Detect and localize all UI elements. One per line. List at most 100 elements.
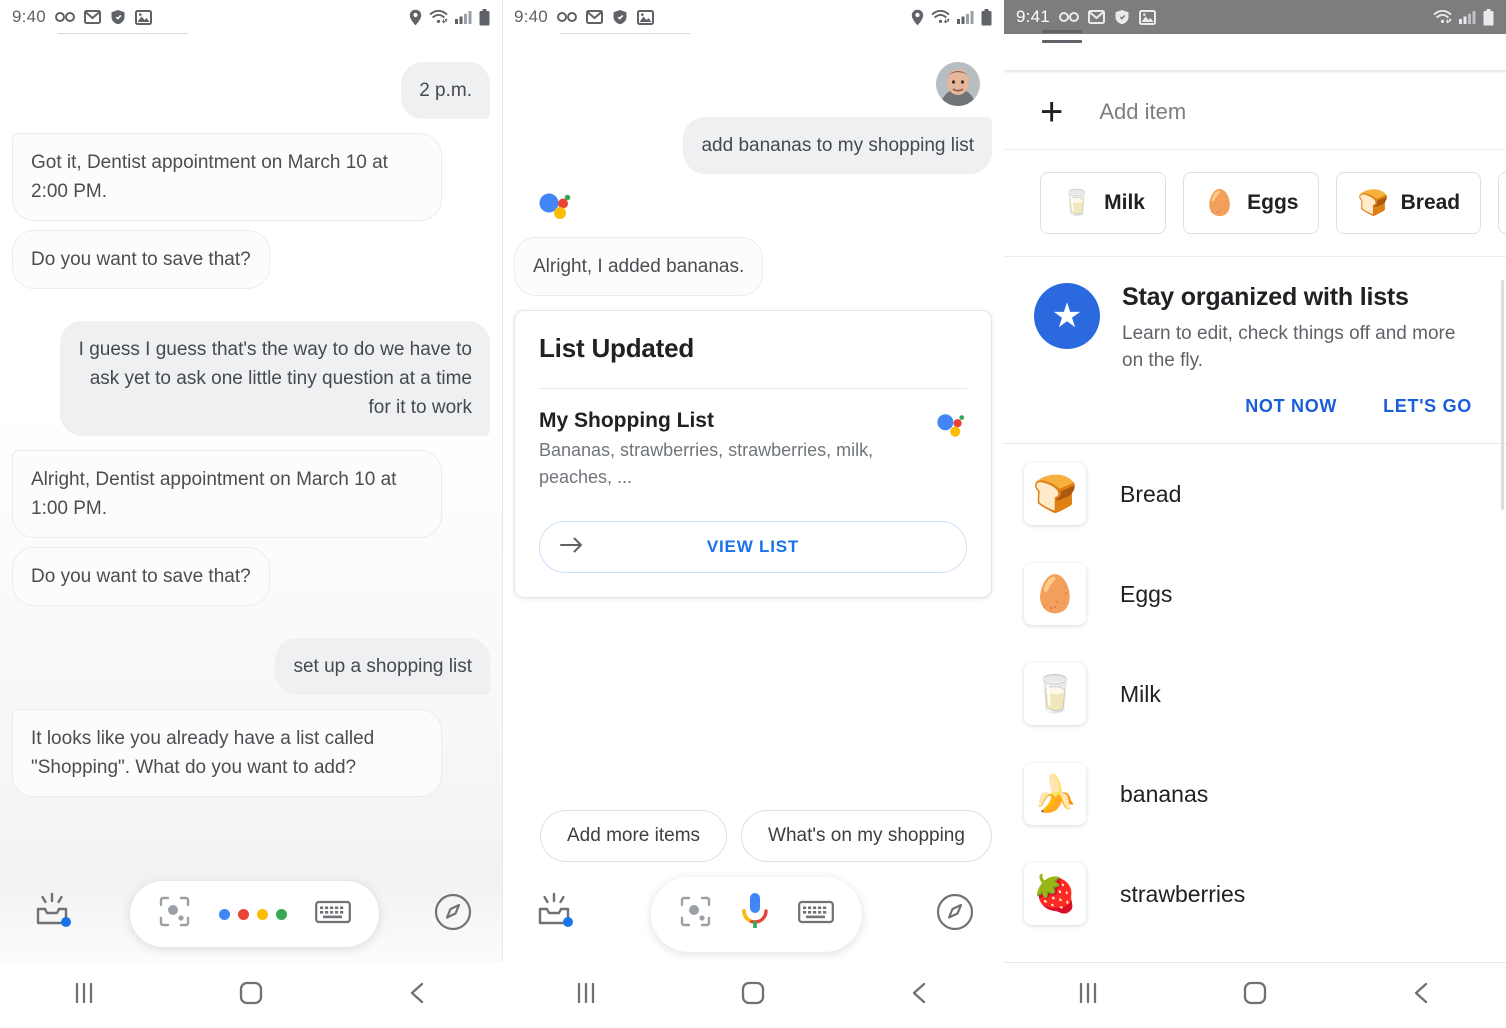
- suggested-item-label: Milk: [1104, 191, 1145, 214]
- status-bar-underline: [560, 33, 690, 34]
- panel-assistant-conversation: 9:40 2 p.m. Got it, Dentist appointment …: [0, 0, 502, 1028]
- status-bar-left: 9:41: [1016, 7, 1156, 27]
- bread-icon: 🍞: [1024, 463, 1086, 525]
- add-item-input[interactable]: Add item: [1099, 99, 1186, 125]
- assistant-message-bubble[interactable]: Do you want to save that?: [12, 547, 270, 606]
- message-row: I guess I guess that's the way to do we …: [12, 321, 490, 436]
- conversation-thread: add bananas to my shopping list Alright,…: [502, 111, 1004, 296]
- keyboard-icon[interactable]: [314, 899, 351, 930]
- assistant-message-bubble[interactable]: Alright, I added bananas.: [514, 237, 764, 296]
- assistant-input-pill: [650, 876, 862, 952]
- lets-go-button[interactable]: LET'S GO: [1383, 396, 1472, 417]
- play-protect-icon: [1114, 9, 1130, 25]
- message-row: It looks like you already have a list ca…: [12, 709, 490, 797]
- explore-compass-icon[interactable]: [434, 893, 472, 936]
- suggested-item-chip[interactable]: 🥚 Eggs: [1182, 172, 1320, 234]
- updates-inbox-icon[interactable]: [30, 891, 74, 938]
- view-list-button[interactable]: VIEW LIST: [539, 521, 967, 573]
- conversation-thread: 2 p.m. Got it, Dentist appointment on Ma…: [0, 34, 502, 797]
- google-lens-icon[interactable]: [158, 895, 191, 933]
- panel-google-keep-list: 9:41 + Add item 🥛 Milk 🥚 Eggs 🍞 Bread ★ …: [1004, 0, 1506, 1028]
- google-lens-icon[interactable]: [679, 895, 712, 933]
- suggested-items-row: 🥛 Milk 🥚 Eggs 🍞 Bread 🧈: [1004, 150, 1506, 257]
- list-item[interactable]: 🍞 Bread: [1004, 444, 1506, 544]
- location-icon: [409, 9, 422, 26]
- photos-icon: [134, 9, 152, 25]
- panel-list-updated-card: 9:40 add bananas to my shopping list Alr…: [502, 0, 1004, 1028]
- message-row: Do you want to save that?: [12, 547, 490, 606]
- card-content-row: My Shopping List Bananas, strawberries, …: [539, 409, 967, 491]
- strawberries-icon: 🍓: [1024, 863, 1086, 925]
- shopping-list: 🍞 Bread 🥚 Eggs 🥛 Milk 🍌 bananas 🍓 strawb…: [1004, 444, 1506, 944]
- list-item-label: strawberries: [1120, 880, 1246, 907]
- assistant-message-bubble[interactable]: Got it, Dentist appointment on March 10 …: [12, 133, 442, 221]
- card-title: List Updated: [539, 333, 695, 363]
- suggestion-chip[interactable]: What's on my shopping: [741, 810, 992, 862]
- message-row: Do you want to save that?: [12, 230, 490, 289]
- signal-icon: [957, 10, 974, 24]
- assistant-message-bubble[interactable]: Do you want to save that?: [12, 230, 270, 289]
- voicemail-icon: [556, 11, 577, 23]
- list-item-label: Eggs: [1120, 580, 1173, 607]
- suggested-item-chip[interactable]: 🍞 Bread: [1336, 172, 1482, 234]
- back-icon[interactable]: [405, 980, 431, 1011]
- battery-icon: [479, 8, 490, 26]
- suggested-item-chip[interactable]: 🥛 Milk: [1040, 172, 1166, 234]
- system-navigation-bar: [0, 962, 502, 1028]
- assistant-bottom-bar: [502, 866, 1004, 962]
- status-bar: 9:41: [1004, 0, 1506, 34]
- assistant-message-bubble[interactable]: It looks like you already have a list ca…: [12, 709, 442, 797]
- explore-compass-icon[interactable]: [936, 893, 974, 936]
- back-icon[interactable]: [1409, 980, 1435, 1011]
- assistant-idle-dots-icon[interactable]: [218, 908, 287, 920]
- suggestion-chip[interactable]: Add more items: [540, 810, 728, 862]
- list-item[interactable]: 🥛 Milk: [1004, 644, 1506, 744]
- avatar[interactable]: [936, 62, 980, 111]
- recents-icon[interactable]: [573, 980, 599, 1011]
- list-updated-card[interactable]: List Updated My Shopping List Bananas, s…: [514, 310, 992, 598]
- add-item-row[interactable]: + Add item: [1004, 74, 1506, 150]
- assistant-branding-row: [514, 190, 992, 229]
- user-message-bubble[interactable]: add bananas to my shopping list: [683, 117, 992, 174]
- status-bar: 9:40: [502, 0, 1004, 34]
- status-bar-left: 9:40: [514, 7, 654, 27]
- location-icon: [911, 9, 924, 26]
- wifi-icon: [429, 9, 448, 25]
- hamburger-menu-icon[interactable]: [1042, 30, 1082, 50]
- suggested-item-chip[interactable]: 🧈: [1498, 172, 1506, 234]
- promo-card: ★ Stay organized with lists Learn to edi…: [1004, 257, 1506, 374]
- not-now-button[interactable]: NOT NOW: [1245, 396, 1337, 417]
- home-icon[interactable]: [238, 980, 264, 1011]
- updates-inbox-icon[interactable]: [532, 891, 576, 938]
- assistant-message-bubble[interactable]: Alright, Dentist appointment on March 10…: [12, 450, 442, 538]
- status-bar-right: [1433, 8, 1494, 26]
- voicemail-icon: [54, 11, 75, 23]
- google-assistant-dots-icon: [935, 411, 967, 446]
- user-message-bubble[interactable]: 2 p.m.: [401, 62, 490, 119]
- recents-icon[interactable]: [1075, 980, 1101, 1011]
- recents-icon[interactable]: [71, 980, 97, 1011]
- scrollbar[interactable]: [1501, 280, 1504, 510]
- gmail-icon: [585, 10, 603, 24]
- status-bar-clock: 9:40: [12, 7, 46, 26]
- avatar-row: [502, 34, 1004, 111]
- plus-icon: +: [1040, 89, 1064, 134]
- list-item[interactable]: 🍓 strawberries: [1004, 844, 1506, 944]
- wifi-icon: [931, 9, 950, 25]
- system-navigation-bar: [502, 962, 1004, 1028]
- milk-icon: 🥛: [1024, 663, 1086, 725]
- user-message-bubble[interactable]: I guess I guess that's the way to do we …: [60, 321, 490, 436]
- list-item[interactable]: 🍌 bananas: [1004, 744, 1506, 844]
- keyboard-icon[interactable]: [797, 899, 834, 930]
- back-icon[interactable]: [907, 980, 933, 1011]
- home-icon[interactable]: [1242, 980, 1268, 1011]
- play-protect-icon: [612, 9, 628, 25]
- microphone-icon[interactable]: [740, 891, 770, 938]
- list-item[interactable]: 🥚 Eggs: [1004, 544, 1506, 644]
- status-bar: 9:40: [0, 0, 502, 34]
- photos-icon: [636, 9, 654, 25]
- assistant-bottom-bar: [0, 866, 502, 962]
- user-message-bubble[interactable]: set up a shopping list: [275, 638, 490, 695]
- suggestion-chips: Add more items What's on my shopping: [502, 810, 992, 862]
- home-icon[interactable]: [740, 980, 766, 1011]
